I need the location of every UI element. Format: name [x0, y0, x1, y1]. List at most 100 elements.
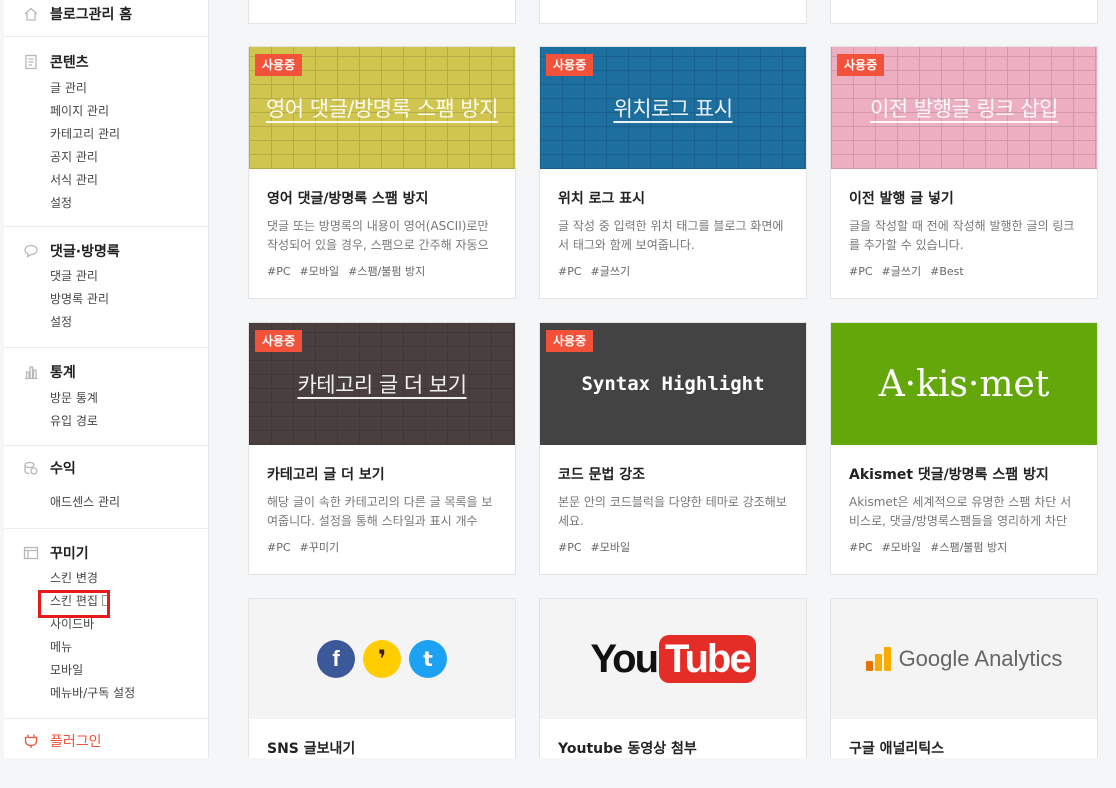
thumbnail-title: 영어 댓글/방명록 스팸 방지	[265, 97, 499, 121]
layout-icon	[22, 544, 40, 562]
tag: #모바일	[590, 541, 631, 554]
highlight-box-skin-edit	[38, 590, 110, 618]
sidebar-item-comment-manage[interactable]: 댓글 관리	[50, 265, 208, 288]
sidebar-item-mobile[interactable]: 모바일	[50, 659, 208, 682]
youtube-logo: You Tube	[590, 635, 756, 683]
thumbnail-title: 카테고리 글 더 보기	[297, 373, 467, 397]
card-description: Akismet은 세계적으로 유명한 스팸 차단 서비스로, 댓글/방명록스팸들…	[849, 495, 1072, 528]
tag: #스팸/불펌 방지	[930, 541, 1008, 554]
kakao-story-icon: ❜	[363, 640, 401, 678]
partial-card[interactable]	[248, 0, 516, 24]
sidebar-item-adsense[interactable]: 애드센스 관리	[50, 491, 208, 514]
sidebar-revenue-list: 애드센스 관리	[4, 491, 208, 514]
sidebar-item-category-manage[interactable]: 카테고리 관리	[50, 123, 208, 146]
partial-card[interactable]	[539, 0, 807, 24]
sidebar-comments-list: 댓글 관리 방명록 관리 설정	[4, 265, 208, 334]
sidebar-item-template-manage[interactable]: 서식 관리	[50, 169, 208, 192]
sidebar-item-guestbook-manage[interactable]: 방명록 관리	[50, 288, 208, 311]
plugin-card-akismet[interactable]: A·kis·met Akismet 댓글/방명록 스팸 방지 Akismet은 …	[830, 322, 1098, 575]
thumbnail-title: Syntax Highlight	[581, 373, 765, 395]
tag: #꾸미기	[299, 541, 340, 554]
card-body: Akismet 댓글/방명록 스팸 방지 Akismet은 세계적으로 유명한 …	[831, 445, 1097, 555]
card-thumbnail: 사용중 카테고리 글 더 보기	[249, 323, 515, 445]
sidebar-home-label: 블로그관리 홈	[50, 7, 133, 23]
sidebar-item-referrer[interactable]: 유입 경로	[50, 410, 208, 433]
sidebar: 블로그관리 홈 콘텐츠 글 관리 페이지 관리 카테고리 관리 공지 관리 서식…	[4, 0, 209, 758]
plugin-card-prev-post-link[interactable]: 사용중 이전 발행글 링크 삽입 이전 발행 글 넣기 글을 작성할 때 전에 …	[830, 46, 1098, 299]
sidebar-heading-revenue[interactable]: 수익	[4, 457, 208, 479]
sidebar-heading-stats[interactable]: 통계	[4, 361, 208, 383]
youtube-logo-tube: Tube	[659, 635, 756, 683]
card-title: Akismet 댓글/방명록 스팸 방지	[849, 467, 1049, 483]
sidebar-decorate-list: 스킨 변경 스킨 편집 사이드바 메뉴 모바일 메뉴바/구독 설정	[4, 567, 208, 705]
sidebar-item-post-manage[interactable]: 글 관리	[50, 77, 208, 100]
home-icon	[22, 5, 40, 23]
card-title: 구글 애널리틱스	[849, 741, 945, 757]
card-thumbnail: Google Analytics	[831, 599, 1097, 719]
sidebar-heading-plugin[interactable]: 플러그인	[4, 730, 208, 752]
twitter-icon: t	[409, 640, 447, 678]
sidebar-item-menu[interactable]: 메뉴	[50, 636, 208, 659]
plugin-card-category-more[interactable]: 사용중 카테고리 글 더 보기 카테고리 글 더 보기 해당 글이 속한 카테고…	[248, 322, 516, 575]
akismet-logo: A·kis·met	[878, 363, 1050, 405]
card-thumbnail: f ❜ t	[249, 599, 515, 719]
card-description: 글을 작성할 때 전에 작성해 발행한 글의 링크를 추가할 수 있습니다.	[849, 219, 1075, 252]
sidebar-item-skin-change[interactable]: 스킨 변경	[50, 567, 208, 590]
card-description: 본문 안의 코드블럭을 다양한 테마로 강조해보세요.	[558, 495, 787, 528]
tag: #Best	[930, 265, 964, 278]
plugin-card-google-analytics[interactable]: Google Analytics 구글 애널리틱스	[830, 598, 1098, 758]
plug-icon	[22, 732, 40, 750]
in-use-badge: 사용중	[255, 330, 303, 352]
card-thumbnail: 사용중 위치로그 표시	[540, 47, 806, 169]
google-analytics-logo: Google Analytics	[865, 646, 1062, 672]
card-body: 코드 문법 강조 본문 안의 코드블럭을 다양한 테마로 강조해보세요. #PC…	[540, 445, 806, 555]
tag: #스팸/불펌 방지	[348, 265, 426, 278]
card-body: 구글 애널리틱스	[831, 719, 1097, 758]
sidebar-content-list: 글 관리 페이지 관리 카테고리 관리 공지 관리 서식 관리 설정	[4, 77, 208, 215]
tag: #PC	[849, 265, 873, 278]
sidebar-heading-label: 통계	[50, 365, 76, 381]
plugin-card-location-log[interactable]: 사용중 위치로그 표시 위치 로그 표시 글 작성 중 입력한 위치 태그를 블…	[539, 46, 807, 299]
tag: #글쓰기	[881, 265, 922, 278]
partial-card[interactable]	[830, 0, 1098, 24]
sidebar-section-revenue: 수익 애드센스 관리	[4, 446, 208, 529]
sidebar-item-comment-settings[interactable]: 설정	[50, 311, 208, 334]
sidebar-heading-label: 수익	[50, 461, 76, 477]
sidebar-heading-label: 꾸미기	[50, 546, 89, 562]
speech-bubble-icon	[22, 242, 40, 260]
plugin-card-syntax-highlight[interactable]: 사용중 Syntax Highlight 코드 문법 강조 본문 안의 코드블럭…	[539, 322, 807, 575]
sidebar-item-notice-manage[interactable]: 공지 관리	[50, 146, 208, 169]
tag: #PC	[558, 265, 582, 278]
card-title: 카테고리 글 더 보기	[267, 467, 385, 483]
card-title: Youtube 동영상 첨부	[558, 741, 697, 757]
card-thumbnail: You Tube	[540, 599, 806, 719]
card-body: Youtube 동영상 첨부	[540, 719, 806, 758]
in-use-badge: 사용중	[546, 54, 594, 76]
sidebar-section-comments: 댓글·방명록 댓글 관리 방명록 관리 설정	[4, 227, 208, 348]
sidebar-item-visit-stats[interactable]: 방문 통계	[50, 387, 208, 410]
card-body: 위치 로그 표시 글 작성 중 입력한 위치 태그를 블로그 화면에서 태그와 …	[540, 169, 806, 279]
plugin-card-english-spam[interactable]: 사용중 영어 댓글/방명록 스팸 방지 영어 댓글/방명록 스팸 방지 댓글 또…	[248, 46, 516, 299]
sidebar-heading-comments[interactable]: 댓글·방명록	[4, 240, 208, 262]
analytics-bars-icon	[865, 647, 891, 671]
sidebar-item-home[interactable]: 블로그관리 홈	[4, 3, 208, 25]
sidebar-item-menubar-subscribe[interactable]: 메뉴바/구독 설정	[50, 682, 208, 705]
card-body: 카테고리 글 더 보기 해당 글이 속한 카테고리의 다른 글 목록을 보여줍니…	[249, 445, 515, 555]
sidebar-stats-list: 방문 통계 유입 경로	[4, 387, 208, 433]
card-description: 댓글 또는 방명록의 내용이 영어(ASCII)로만 작성되어 있을 경우, 스…	[267, 219, 489, 252]
sidebar-heading-decorate[interactable]: 꾸미기	[4, 542, 208, 564]
card-thumbnail: 사용중 Syntax Highlight	[540, 323, 806, 445]
sidebar-heading-content[interactable]: 콘텐츠	[4, 51, 208, 73]
tag: #PC	[558, 541, 582, 554]
plugin-card-youtube[interactable]: You Tube Youtube 동영상 첨부	[539, 598, 807, 758]
in-use-badge: 사용중	[837, 54, 885, 76]
card-description: 해당 글이 속한 카테고리의 다른 글 목록을 보여줍니다. 설정을 통해 스타…	[267, 495, 493, 528]
plugin-card-sns-share[interactable]: f ❜ t SNS 글보내기	[248, 598, 516, 758]
coins-icon	[22, 459, 40, 477]
sidebar-item-content-settings[interactable]: 설정	[50, 192, 208, 215]
tag: #글쓰기	[590, 265, 631, 278]
facebook-icon: f	[317, 640, 355, 678]
sidebar-item-page-manage[interactable]: 페이지 관리	[50, 100, 208, 123]
tag: #모바일	[299, 265, 340, 278]
card-tags: #PC #글쓰기	[558, 263, 788, 279]
